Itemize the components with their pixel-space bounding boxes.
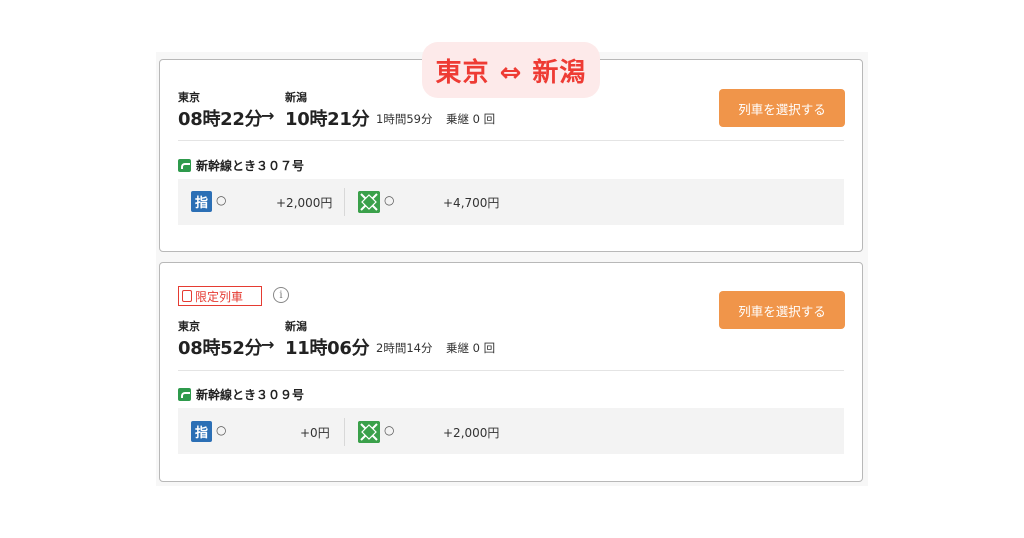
divider (344, 418, 345, 446)
divider (178, 370, 844, 371)
reserved-status: ○ (216, 193, 227, 207)
train-name: 新幹線とき３０９号 (196, 388, 305, 402)
arrow: → (261, 335, 275, 354)
from-station: 東京 (178, 320, 200, 333)
green-price: +4,700円 (443, 196, 500, 210)
divider (178, 140, 844, 141)
to-station: 新潟 (285, 320, 307, 333)
duration: 1時間59分 (376, 112, 433, 126)
select-train-label: 列車を選択する (738, 101, 826, 117)
select-train-label: 列車を選択する (738, 303, 826, 319)
green-price: +2,000円 (443, 426, 500, 440)
green-car-icon (358, 191, 380, 213)
train-name-row: 新幹線とき３０７号 (178, 157, 304, 174)
limited-train-label: 限定列車 (195, 289, 244, 304)
reserved-seat-icon: 指 (191, 191, 212, 212)
route-label: 東京 ⇔ 新潟 (435, 57, 587, 88)
green-car-icon (358, 421, 380, 443)
from-station: 東京 (178, 91, 200, 104)
reserved-seat-icon: 指 (191, 421, 212, 442)
shinkansen-icon (178, 159, 191, 172)
green-status: ○ (384, 423, 395, 437)
route-badge: 東京 ⇔ 新潟 (422, 42, 600, 98)
shinkansen-icon (178, 388, 191, 401)
train-name-row: 新幹線とき３０９号 (178, 386, 304, 403)
depart-time: 08時52分 (178, 338, 263, 359)
info-icon[interactable]: i (273, 287, 289, 303)
to-station: 新潟 (285, 91, 307, 104)
green-status: ○ (384, 193, 395, 207)
limited-train-badge: 限定列車 (178, 286, 262, 306)
reserved-price: +2,000円 (276, 196, 333, 210)
train-front-icon (182, 290, 192, 302)
reserved-price: +0円 (300, 426, 330, 440)
transfers: 乗継 0 回 (446, 112, 496, 126)
fare-row: 指 ○ +0円 ○ +2,000円 (178, 408, 844, 454)
train-card: 限定列車 i 東京 新潟 08時52分 → 11時06分 2時間14分 乗継 0… (159, 262, 863, 482)
duration: 2時間14分 (376, 341, 433, 355)
divider (344, 188, 345, 216)
select-train-button[interactable]: 列車を選択する (719, 291, 845, 329)
depart-time: 08時22分 (178, 109, 263, 130)
arrive-time: 11時06分 (285, 338, 370, 359)
arrive-time: 10時21分 (285, 109, 370, 130)
train-name: 新幹線とき３０７号 (196, 159, 305, 173)
select-train-button[interactable]: 列車を選択する (719, 89, 845, 127)
reserved-status: ○ (216, 423, 227, 437)
fare-row: 指 ○ +2,000円 ○ +4,700円 (178, 179, 844, 225)
arrow: → (261, 106, 275, 125)
transfers: 乗継 0 回 (446, 341, 496, 355)
